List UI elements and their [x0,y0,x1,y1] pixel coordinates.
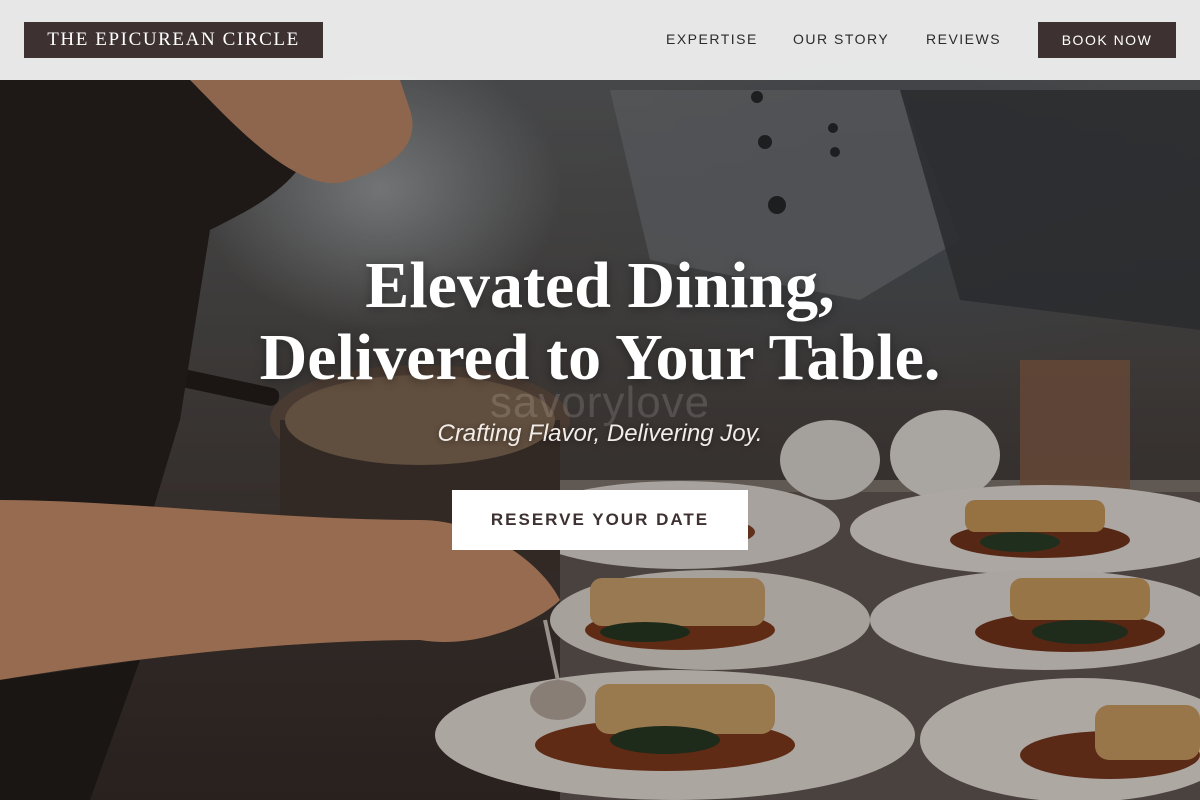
hero-headline: Elevated Dining, Delivered to Your Table… [150,250,1050,394]
brand-logo[interactable]: THE EPICUREAN CIRCLE [24,22,323,58]
nav-link-expertise[interactable]: EXPERTISE [666,31,758,47]
hero-headline-line-1: Elevated Dining, [365,249,835,322]
nav-link-reviews[interactable]: REVIEWS [926,31,1001,47]
hero-tagline: Crafting Flavor, Delivering Joy. [437,420,763,447]
top-navigation-bar: THE EPICUREAN CIRCLE EXPERTISE OUR STORY… [0,0,1200,80]
nav-link-our-story[interactable]: OUR STORY [793,31,889,47]
book-now-button[interactable]: BOOK NOW [1038,22,1176,58]
reserve-your-date-button[interactable]: RESERVE YOUR DATE [452,490,748,550]
